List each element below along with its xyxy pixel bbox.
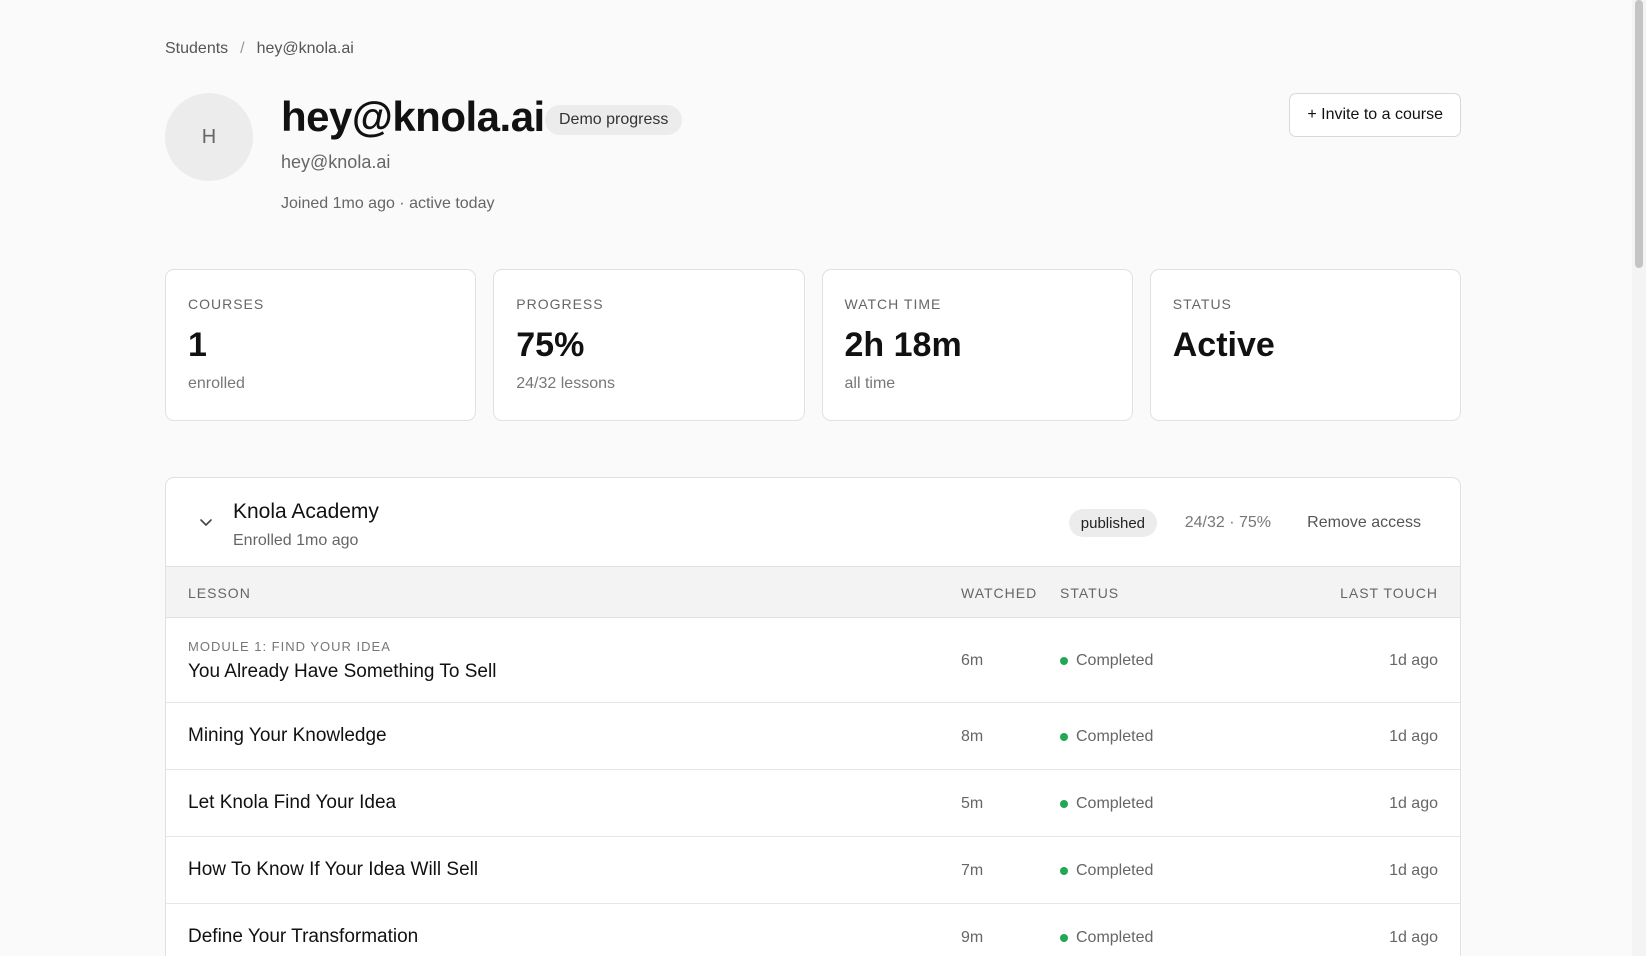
lessons-table-header: LESSON WATCHED STATUS LAST TOUCH [166,567,1460,618]
published-badge: published [1068,509,1157,537]
remove-access-button[interactable]: Remove access [1307,514,1421,532]
stat-sub: enrolled [188,375,245,392]
course-card: Knola Academy Enrolled 1mo ago published… [165,477,1461,956]
stat-value: 1 [188,326,207,364]
scrollbar-track[interactable] [1632,0,1646,956]
lesson-watched: 7m [961,862,984,879]
stat-label: WATCH TIME [844,296,942,312]
lesson-title: How To Know If Your Idea Will Sell [188,859,479,880]
lesson-watched: 8m [961,728,984,745]
lesson-watched: 5m [961,795,984,812]
breadcrumb-current: hey@knola.ai [256,40,354,57]
lesson-status: Completed [1060,795,1153,813]
profile-email: hey@knola.ai [281,152,391,172]
lesson-status-text: Completed [1076,652,1154,669]
stat-card-courses: COURSES 1 enrolled [165,269,477,421]
stat-card-progress: PROGRESS 75% 24/32 lessons [493,269,805,421]
invite-to-course-button[interactable]: + Invite to a course [1289,93,1461,137]
lesson-last-touch: 1d ago [1389,795,1438,812]
stat-value: Active [1172,326,1275,364]
stat-label: PROGRESS [516,296,604,312]
table-row: MODULE 1: FIND YOUR IDEA You Already Hav… [166,618,1460,703]
table-row: How To Know If Your Idea Will Sell 7m Co… [166,837,1460,904]
column-header-watched: WATCHED [961,585,1038,601]
stat-label: COURSES [188,296,265,312]
module-label: MODULE 1: FIND YOUR IDEA [188,639,391,654]
chevron-down-icon[interactable] [198,514,214,530]
stat-label: STATUS [1172,296,1232,312]
lesson-watched: 9m [961,929,984,946]
lesson-title: Let Knola Find Your Idea [188,792,397,813]
stat-sub: 24/32 lessons [516,375,615,392]
column-header-last-touch: LAST TOUCH [1340,585,1438,601]
lesson-status-text: Completed [1076,929,1154,946]
status-dot-icon [1060,934,1068,942]
lesson-title: You Already Have Something To Sell [188,661,497,682]
lesson-last-touch: 1d ago [1389,652,1438,669]
status-dot-icon [1060,867,1068,875]
status-dot-icon [1060,733,1068,741]
lesson-watched: 6m [961,652,984,669]
lesson-last-touch: 1d ago [1389,929,1438,946]
demo-progress-badge: Demo progress [545,105,683,135]
table-row: Define Your Transformation 9m Completed … [166,904,1460,956]
table-row: Mining Your Knowledge 8m Completed 1d ag… [166,703,1460,770]
profile-joined: Joined 1mo ago · active today [281,195,495,212]
stat-value: 2h 18m [844,326,962,364]
status-dot-icon [1060,657,1068,665]
lesson-status: Completed [1060,652,1153,670]
lesson-title: Mining Your Knowledge [188,725,387,746]
course-header[interactable]: Knola Academy Enrolled 1mo ago published… [166,478,1460,567]
breadcrumb-students-link[interactable]: Students [165,40,228,58]
breadcrumb: Students / hey@knola.ai [165,40,354,58]
breadcrumb-separator: / [240,40,245,57]
lesson-last-touch: 1d ago [1389,862,1438,879]
stat-sub: all time [844,375,896,392]
page-title: hey@knola.ai [281,93,545,140]
lesson-status-text: Completed [1076,728,1154,745]
stat-card-watch-time: WATCH TIME 2h 18m all time [821,269,1133,421]
course-enrolled: Enrolled 1mo ago [233,532,359,549]
lesson-status-text: Completed [1076,862,1154,879]
lesson-status-text: Completed [1076,795,1154,812]
lesson-status: Completed [1060,862,1153,880]
stat-card-status: STATUS Active [1149,269,1461,421]
avatar-initial: H [201,125,217,148]
lesson-title: Define Your Transformation [188,926,419,947]
table-row: Let Knola Find Your Idea 5m Completed 1d… [166,770,1460,837]
course-title: Knola Academy [233,500,379,523]
column-header-lesson: LESSON [188,585,251,601]
status-dot-icon [1060,800,1068,808]
column-header-status: STATUS [1060,585,1120,601]
lesson-status: Completed [1060,929,1153,947]
lesson-last-touch: 1d ago [1389,728,1438,745]
avatar: H [165,93,253,181]
course-progress: 24/32 · 75% [1184,514,1271,531]
stats-row: COURSES 1 enrolled PROGRESS 75% 24/32 le… [165,269,1461,421]
lesson-status: Completed [1060,728,1153,746]
stat-value: 75% [516,326,585,364]
scrollbar-thumb[interactable] [1635,0,1643,268]
